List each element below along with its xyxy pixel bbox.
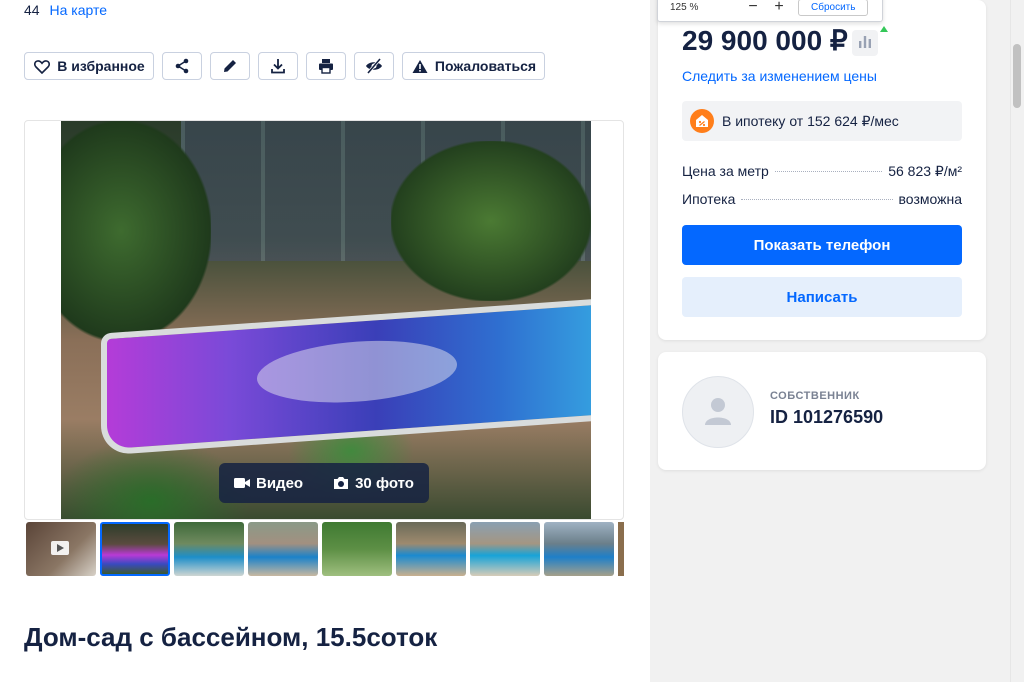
address-text: 44 <box>24 2 40 18</box>
mortgage-label: Ипотека <box>682 191 736 207</box>
thumbnail-7[interactable] <box>544 522 614 576</box>
price-chart-button[interactable] <box>852 30 878 56</box>
thumbnail-more-edge[interactable] <box>618 522 624 576</box>
print-button[interactable] <box>306 52 346 80</box>
actions-toolbar: В избранное Пожаловаться <box>24 52 545 80</box>
thumbnail-3[interactable] <box>248 522 318 576</box>
mortgage-value: возможна <box>898 191 962 207</box>
thumbnail-6[interactable] <box>470 522 540 576</box>
owner-card: СОБСТВЕННИК ID 101276590 <box>658 352 986 470</box>
follow-price-link[interactable]: Следить за изменением цены <box>682 68 877 84</box>
report-button[interactable]: Пожаловаться <box>402 52 545 80</box>
main-content: 44 На карте В избранное Пожаловаться Вид… <box>0 0 650 682</box>
favorite-button[interactable]: В избранное <box>24 52 154 80</box>
address-line: 44 На карте <box>24 2 107 18</box>
photo-plants-left <box>61 121 211 341</box>
on-map-link[interactable]: На карте <box>49 2 107 18</box>
zoom-level: 125 % <box>670 1 699 13</box>
price-trend-up-icon <box>880 26 888 32</box>
show-phone-button[interactable]: Показать телефон <box>682 225 962 265</box>
camera-icon <box>333 476 349 490</box>
price-per-meter-value: 56 823 ₽/м² <box>888 163 962 179</box>
avatar[interactable] <box>682 376 754 448</box>
scrollbar-thumb[interactable] <box>1013 44 1021 108</box>
row-dots <box>741 199 893 200</box>
edit-button[interactable] <box>210 52 250 80</box>
hide-icon <box>365 57 383 75</box>
play-icon <box>51 541 69 555</box>
photos-label: 30 фото <box>355 474 414 492</box>
price-card: 29 900 000 ₽ Следить за изменением цены … <box>658 0 986 340</box>
user-silhouette-icon <box>701 393 735 432</box>
zoom-in-button[interactable]: + <box>766 0 792 16</box>
owner-id[interactable]: ID 101276590 <box>770 407 883 428</box>
pencil-icon <box>221 57 239 75</box>
owner-role: СОБСТВЕННИК <box>770 390 860 402</box>
price-per-meter-row: Цена за метр 56 823 ₽/м² <box>682 163 962 180</box>
warning-icon <box>411 57 429 75</box>
video-camera-icon <box>234 477 250 489</box>
video-label: Видео <box>256 474 304 492</box>
share-button[interactable] <box>162 52 202 80</box>
write-message-button[interactable]: Написать <box>682 277 962 317</box>
price-value: 29 900 000 ₽ <box>682 25 848 56</box>
thumbnail-video[interactable] <box>26 522 96 576</box>
thumbnail-4[interactable] <box>322 522 392 576</box>
gallery-controls: Видео 30 фото <box>219 463 429 503</box>
favorite-label: В избранное <box>57 58 145 74</box>
report-label: Пожаловаться <box>434 58 537 74</box>
share-icon <box>173 57 191 75</box>
download-icon <box>269 57 287 75</box>
photo-plants-right <box>391 141 591 301</box>
photos-button[interactable]: 30 фото <box>318 463 429 503</box>
price-per-meter-label: Цена за метр <box>682 163 769 179</box>
print-icon <box>317 57 335 75</box>
zoom-out-button[interactable]: − <box>740 0 766 16</box>
heart-icon <box>33 57 51 75</box>
mortgage-banner[interactable]: В ипотеку от 152 624 ₽/мес <box>682 101 962 141</box>
mortgage-text: В ипотеку от 152 624 ₽/мес <box>722 112 899 129</box>
zoom-popup: 125 % − + Сбросить <box>657 0 883 22</box>
thumbnail-5[interactable] <box>396 522 466 576</box>
zoom-reset-button[interactable]: Сбросить <box>798 0 869 16</box>
download-button[interactable] <box>258 52 298 80</box>
thumbnail-strip <box>26 522 624 576</box>
mortgage-row: Ипотека возможна <box>682 191 962 207</box>
row-dots <box>774 171 883 172</box>
thumbnail-1[interactable] <box>100 522 170 576</box>
house-percent-icon <box>690 109 714 133</box>
hide-button[interactable] <box>354 52 394 80</box>
main-photo[interactable] <box>61 121 591 519</box>
listing-title: Дом-сад с бассейном, 15.5соток <box>24 622 438 652</box>
thumbnail-2[interactable] <box>174 522 244 576</box>
bar-chart-icon <box>858 34 872 53</box>
photo-gallery[interactable]: Видео 30 фото <box>24 120 624 520</box>
video-button[interactable]: Видео <box>219 463 318 503</box>
